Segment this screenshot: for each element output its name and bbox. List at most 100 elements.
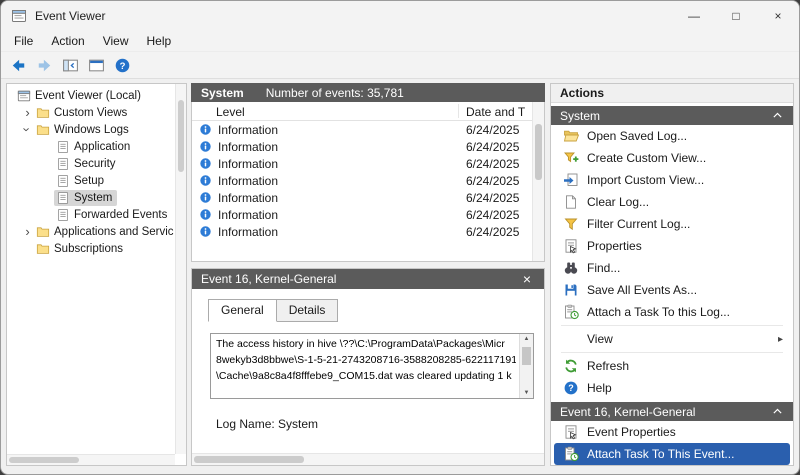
message-line: \Cache\9a8c8a4f8fffebe9_COM15.dat was cl… [216,369,516,385]
close-preview-icon[interactable]: × [519,272,535,286]
action-item[interactable]: Clear Log... [551,191,793,213]
action-item[interactable]: Refresh [551,355,793,377]
tree-item[interactable]: Security [9,155,174,172]
scrollbar-thumb[interactable] [535,124,542,180]
tree-expander-icon[interactable] [21,225,34,238]
action-item[interactable]: Help [551,377,793,399]
tree-item-inner[interactable]: Forwarded Events [54,207,172,223]
menu-item[interactable]: Help [138,32,181,50]
window-controls: — □ × [673,1,799,31]
tree-item[interactable]: System [9,189,174,206]
log-icon [56,174,70,188]
tab-general[interactable]: General [208,299,277,322]
message-scrollbar[interactable] [519,334,533,398]
menu-item[interactable]: Action [42,32,93,50]
column-level[interactable]: Level [216,105,245,119]
task-icon [563,446,579,462]
scroll-down-icon[interactable] [520,390,533,396]
toolbar-button[interactable] [111,54,134,76]
menu-item[interactable]: File [5,32,42,50]
toolbar-button[interactable] [7,54,30,76]
toolbar-button[interactable] [85,54,108,76]
tree-item-inner[interactable]: Security [54,156,121,172]
titlebar[interactable]: Event Viewer — □ × [1,1,799,31]
action-item[interactable]: View [551,328,793,350]
info-icon [199,157,212,170]
scrollbar-thumb[interactable] [9,457,79,463]
tree-item-inner[interactable]: Windows Logs [34,122,134,138]
import-icon [563,172,579,188]
event-row[interactable]: Information 6/24/2025 [192,189,532,206]
action-item[interactable]: Attach a Task To this Log... [551,301,793,323]
scrollbar-thumb[interactable] [522,347,531,365]
event-row[interactable]: Information 6/24/2025 [192,206,532,223]
tree-item-inner[interactable]: Applications and Services Log [34,224,174,240]
action-item[interactable]: Save All Events As... [551,279,793,301]
tree-item-inner[interactable]: Application [54,139,135,155]
event-level: Information [218,191,278,205]
tree-item-inner[interactable]: Subscriptions [34,241,128,257]
preview-horizontal-scrollbar[interactable] [192,453,544,465]
info-icon [199,191,212,204]
tree-item-inner[interactable]: Setup [54,173,109,189]
console-tree-pane: Event Viewer (Local) Custom Views [6,83,187,466]
action-item[interactable]: Filter Current Log... [551,213,793,235]
tree-item[interactable]: Custom Views [9,104,174,121]
section-system-header[interactable]: System [551,106,793,125]
tree-item[interactable]: Forwarded Events [9,206,174,223]
event-level: Information [218,174,278,188]
event-level: Information [218,140,278,154]
action-item[interactable]: Find... [551,257,793,279]
menu-item[interactable]: View [94,32,138,50]
tree-horizontal-scrollbar[interactable] [7,454,175,465]
tree-item-inner[interactable]: System [54,190,117,206]
scrollbar-thumb[interactable] [178,100,184,172]
action-item-label: Save All Events As... [587,283,697,297]
scrollbar-thumb[interactable] [194,456,304,463]
tree-item-inner[interactable]: Custom Views [34,105,132,121]
toolbar-button[interactable] [33,54,56,76]
toolbar-button[interactable] [59,54,82,76]
folder-icon [36,225,50,239]
action-item[interactable]: Attach Task To This Event... [554,443,790,465]
close-button[interactable]: × [757,1,799,31]
event-row[interactable]: Information 6/24/2025 [192,121,532,138]
properties-icon [563,424,579,440]
log-summary-bar: System Number of events: 35,781 [191,83,545,102]
action-item[interactable]: Open Saved Log... [551,125,793,147]
event-row[interactable]: Information 6/24/2025 [192,223,532,240]
scroll-up-icon[interactable] [520,336,533,342]
tree-expander-icon[interactable] [21,123,34,136]
collapse-section-icon[interactable] [771,109,784,122]
tree-expander-icon[interactable] [21,106,34,119]
action-item[interactable]: Import Custom View... [551,169,793,191]
event-row[interactable]: Information 6/24/2025 [192,138,532,155]
info-icon [199,208,212,221]
collapse-section-icon[interactable] [771,405,784,418]
list-vertical-scrollbar[interactable] [532,102,544,261]
event-row[interactable]: Information 6/24/2025 [192,155,532,172]
maximize-button[interactable]: □ [715,1,757,31]
tree-item[interactable]: Subscriptions [9,240,174,257]
doc-blank-icon [563,194,579,210]
action-item[interactable]: Event Properties [551,421,793,443]
tree-item-label: Setup [74,175,104,187]
tree-vertical-scrollbar[interactable] [175,84,186,454]
section-event-header[interactable]: Event 16, Kernel-General [551,402,793,421]
event-viewer-window: Event Viewer — □ × File Action View Help [0,0,800,475]
action-item[interactable]: Properties [551,235,793,257]
column-separator[interactable] [458,104,459,118]
tree-item-inner[interactable]: Event Viewer (Local) [15,88,146,104]
tree-item[interactable]: Windows Logs [9,121,174,138]
tab-details[interactable]: Details [276,299,339,322]
action-item[interactable]: Create Custom View... [551,147,793,169]
column-date-and-time[interactable]: Date and T [466,105,525,119]
minimize-button[interactable]: — [673,1,715,31]
tree-item[interactable]: Application [9,138,174,155]
tree-item[interactable]: Applications and Services Log [9,223,174,240]
tree-item-label: System [74,192,112,204]
tree-item[interactable]: Setup [9,172,174,189]
tree-item-label: Windows Logs [54,124,129,136]
tree-item[interactable]: Event Viewer (Local) [9,87,174,104]
event-row[interactable]: Information 6/24/2025 [192,172,532,189]
